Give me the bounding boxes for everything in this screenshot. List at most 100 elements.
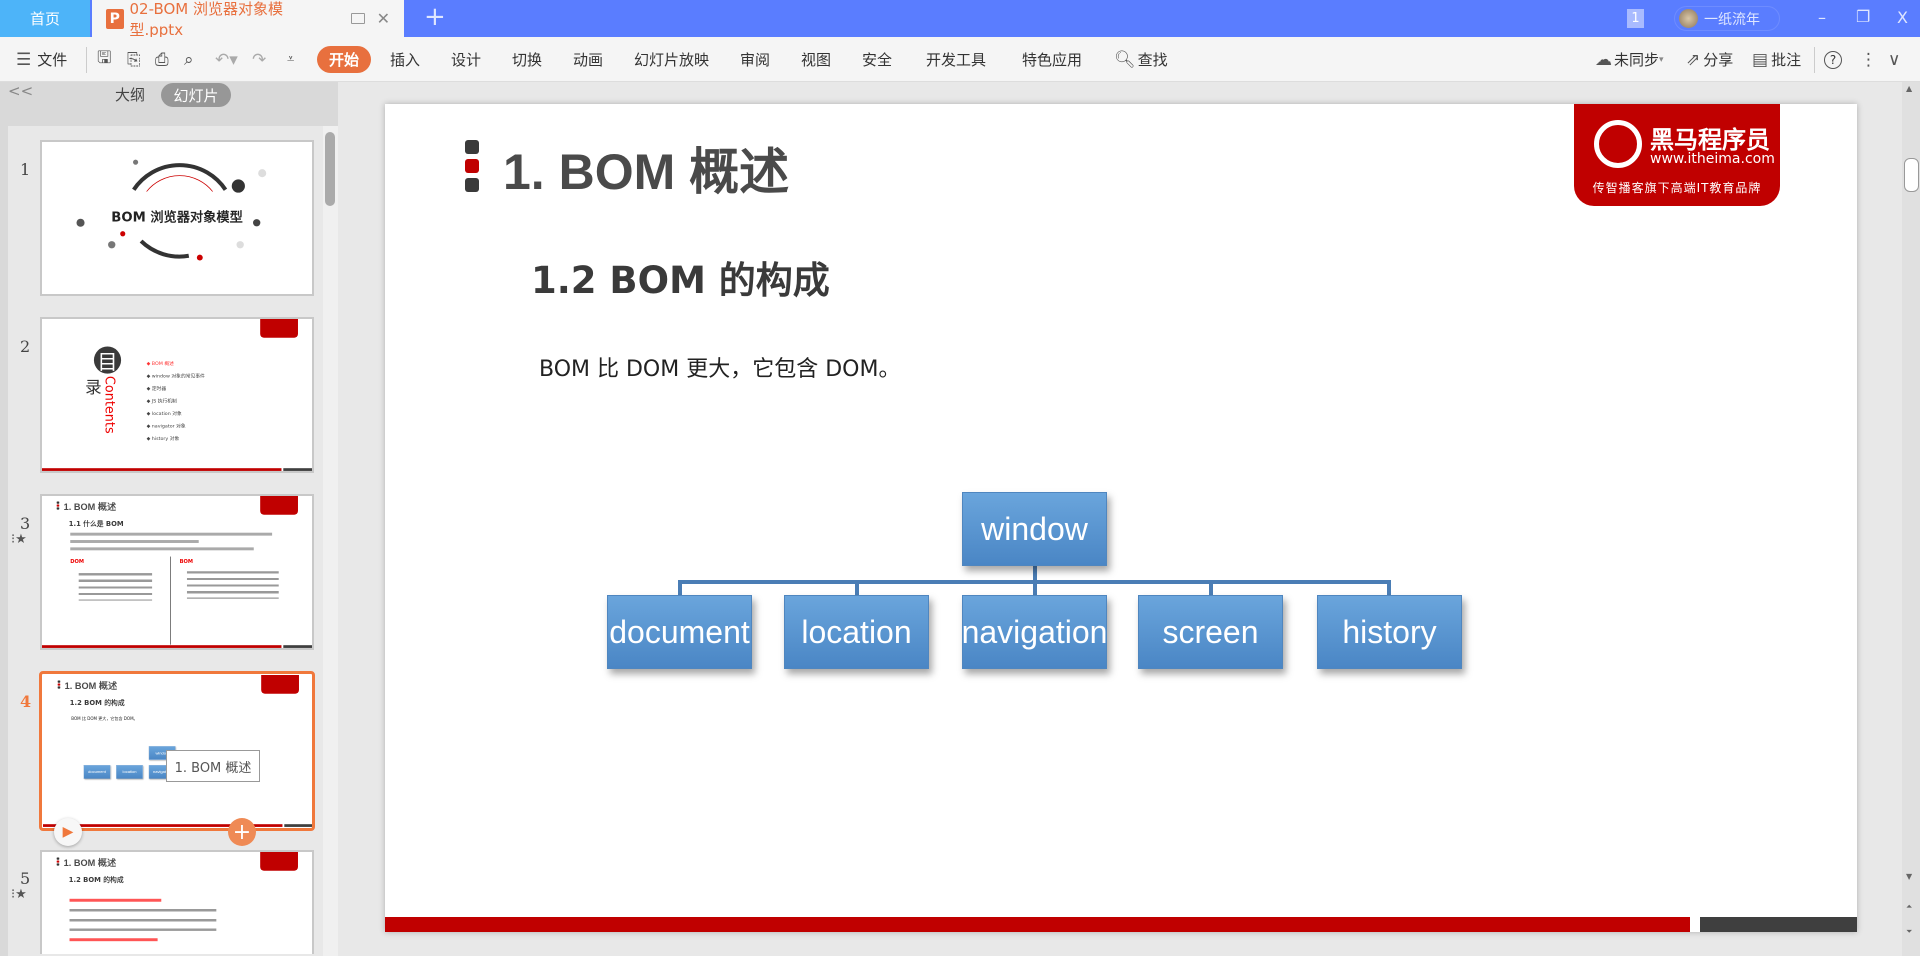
logo-name: 黑马程序员 xyxy=(1650,126,1770,154)
slide-canvas[interactable]: 1. BOM 概述 黑马程序员 www.itheima.com 传智播客旗下高端… xyxy=(385,104,1857,932)
share-button[interactable]: ⇗ 分享 xyxy=(1686,37,1733,82)
slide-title[interactable]: 1. BOM 概述 xyxy=(503,132,789,204)
slide-subtitle[interactable]: 1.2 BOM 的构成 xyxy=(531,250,830,304)
minimize-button[interactable]: – xyxy=(1818,8,1826,27)
save-icon[interactable]: 🖫 xyxy=(97,37,111,82)
diagram-node-navigation[interactable]: navigation xyxy=(962,595,1107,669)
footer-bar-dark xyxy=(1700,917,1857,932)
diagram-node-window[interactable]: window xyxy=(962,492,1107,566)
divider xyxy=(86,47,87,73)
diagram-node-location[interactable]: location xyxy=(784,595,929,669)
tab-start[interactable]: 开始 xyxy=(317,46,371,73)
collapse-panel-icon[interactable]: << xyxy=(8,82,33,100)
connector xyxy=(678,580,682,596)
sync-button[interactable]: ☁ 未同步 ▾ xyxy=(1595,37,1664,82)
slide-number: 4 xyxy=(20,692,32,711)
comment-icon: ▤ xyxy=(1752,49,1769,70)
ribbon-toolbar: ☰ 文件 🖫 ⎘ ⎙ ⌕ ↶▾ ↷ ⩡ 开始 插入 设计 切换 动画 幻灯片放映 … xyxy=(0,37,1920,82)
tab-view[interactable]: 视图 xyxy=(801,37,831,82)
print-icon[interactable]: ⎙ xyxy=(155,37,169,82)
help-icon: ? xyxy=(1824,50,1842,69)
notification-badge[interactable]: 1 xyxy=(1627,9,1644,28)
tab-outline[interactable]: 大纲 xyxy=(115,84,145,105)
slide-thumbnail-5[interactable]: 1. BOM 概述 1.2 BOM 的构成 xyxy=(40,850,314,954)
tab-slideshow[interactable]: 幻灯片放映 xyxy=(634,37,709,82)
hamburger-icon: ☰ xyxy=(16,49,32,70)
scroll-down-icon[interactable]: ▼ xyxy=(1906,872,1912,881)
connector xyxy=(1033,580,1037,596)
close-button[interactable]: X xyxy=(1897,8,1908,27)
horse-logo-icon xyxy=(1594,120,1642,168)
connector xyxy=(1209,580,1213,596)
thumbnail-title: 1. BOM 概述 xyxy=(63,857,117,869)
thumbnail-subtitle: 1.1 什么是 BOM xyxy=(68,519,124,528)
print-preview-icon[interactable]: ⌕ xyxy=(184,37,194,82)
tab-security[interactable]: 安全 xyxy=(862,37,892,82)
logo-url: www.itheima.com xyxy=(1650,151,1775,167)
customize-icon[interactable]: ⩡ xyxy=(287,37,294,82)
tab-bar: 首页 P 02-BOM 浏览器对象模型.pptx ✕ + 1 一纸流年 – ❐ … xyxy=(0,0,1920,39)
comment-button[interactable]: ▤ 批注 xyxy=(1752,37,1801,82)
thumbnail-subtitle: 1.2 BOM 的构成 xyxy=(68,875,124,884)
tab-design[interactable]: 设计 xyxy=(451,37,481,82)
tab-review[interactable]: 审阅 xyxy=(740,37,770,82)
tab-insert[interactable]: 插入 xyxy=(390,37,420,82)
diagram-node-history[interactable]: history xyxy=(1317,595,1462,669)
tab-features[interactable]: 特色应用 xyxy=(1022,37,1082,82)
more-icon[interactable]: ⋮ xyxy=(1860,37,1877,82)
close-tab-icon[interactable]: ✕ xyxy=(377,9,390,28)
find-label: 查找 xyxy=(1137,51,1168,69)
share-icon: ⇗ xyxy=(1686,49,1701,70)
restore-button[interactable]: ❐ xyxy=(1856,7,1870,26)
logo xyxy=(260,319,298,338)
next-slide-icon[interactable]: ⏷ xyxy=(1906,927,1912,937)
add-slide-button[interactable]: + xyxy=(228,818,256,846)
tab-developer[interactable]: 开发工具 xyxy=(926,37,986,82)
tab-animation[interactable]: 动画 xyxy=(573,37,603,82)
thumbnail-title: 1. BOM 概述 xyxy=(64,680,118,692)
ppt-file-icon: P xyxy=(106,8,124,29)
play-slide-button[interactable]: ▶ xyxy=(54,818,82,846)
diagram-node-document[interactable]: document xyxy=(607,595,752,669)
vertical-scrollbar[interactable]: ▲ ▼ ⏶ ⏷ xyxy=(1902,82,1920,956)
title-bullet xyxy=(465,140,479,154)
tab-document[interactable]: P 02-BOM 浏览器对象模型.pptx ✕ xyxy=(92,0,404,39)
tab-slides[interactable]: 幻灯片 xyxy=(161,83,231,107)
column-heading: BOM xyxy=(179,558,194,565)
undo-icon[interactable]: ↶▾ xyxy=(215,37,238,82)
tab-home[interactable]: 首页 xyxy=(0,0,90,37)
connector xyxy=(855,580,859,596)
scroll-up-icon[interactable]: ▲ xyxy=(1906,84,1912,93)
file-menu[interactable]: ☰ 文件 xyxy=(16,37,67,82)
tab-transition[interactable]: 切换 xyxy=(512,37,542,82)
slide-number: 5 xyxy=(20,869,31,888)
slide-thumbnail-3[interactable]: 1. BOM 概述 1.1 什么是 BOM DOM BOM xyxy=(40,494,314,650)
user-account[interactable]: 一纸流年 xyxy=(1674,6,1780,31)
slide-number: 2 xyxy=(20,337,31,356)
redo-icon[interactable]: ↷ xyxy=(252,37,266,82)
scrollbar-thumb[interactable] xyxy=(325,132,335,206)
divider xyxy=(1814,47,1815,73)
column-heading: DOM xyxy=(70,558,85,565)
monitor-icon[interactable] xyxy=(350,13,365,24)
help-button[interactable]: ? xyxy=(1824,37,1842,82)
slide-thumbnail-4[interactable]: 1. BOM 概述 1.2 BOM 的构成 BOM 比 DOM 更大，它包含 D… xyxy=(39,671,315,831)
new-tab-button[interactable]: + xyxy=(424,2,446,32)
format-painter-icon[interactable]: ⎘ xyxy=(127,37,141,82)
footer-bar-red xyxy=(385,917,1690,932)
thumbnail-list[interactable]: 1 BOM 浏览器对象模型 2 目 录 Contents ◆ BOM 概述 ◆ … xyxy=(8,126,323,956)
file-label: 文件 xyxy=(37,51,68,69)
slide-thumbnail-2[interactable]: 目 录 Contents ◆ BOM 概述 ◆ window 对象的常见事件 ◆… xyxy=(40,317,314,473)
prev-slide-icon[interactable]: ⏶ xyxy=(1906,902,1912,912)
slide-panel: << 大纲 幻灯片 1 BOM 浏览器对象模型 2 目 录 Contents ◆… xyxy=(0,82,338,956)
share-label: 分享 xyxy=(1703,51,1734,69)
scrollbar-thumb[interactable] xyxy=(1904,158,1919,192)
find-button[interactable]: 🔍︎ 查找 xyxy=(1114,37,1168,82)
slide-thumbnail-1[interactable]: BOM 浏览器对象模型 xyxy=(40,140,314,296)
collapse-ribbon-icon[interactable]: ∨ xyxy=(1888,37,1900,82)
user-name: 一纸流年 xyxy=(1704,11,1760,28)
diagram-node-screen[interactable]: screen xyxy=(1138,595,1283,669)
avatar xyxy=(1679,9,1698,28)
panel-scrollbar[interactable] xyxy=(323,126,338,956)
slide-text[interactable]: BOM 比 DOM 更大，它包含 DOM。 xyxy=(539,351,900,383)
